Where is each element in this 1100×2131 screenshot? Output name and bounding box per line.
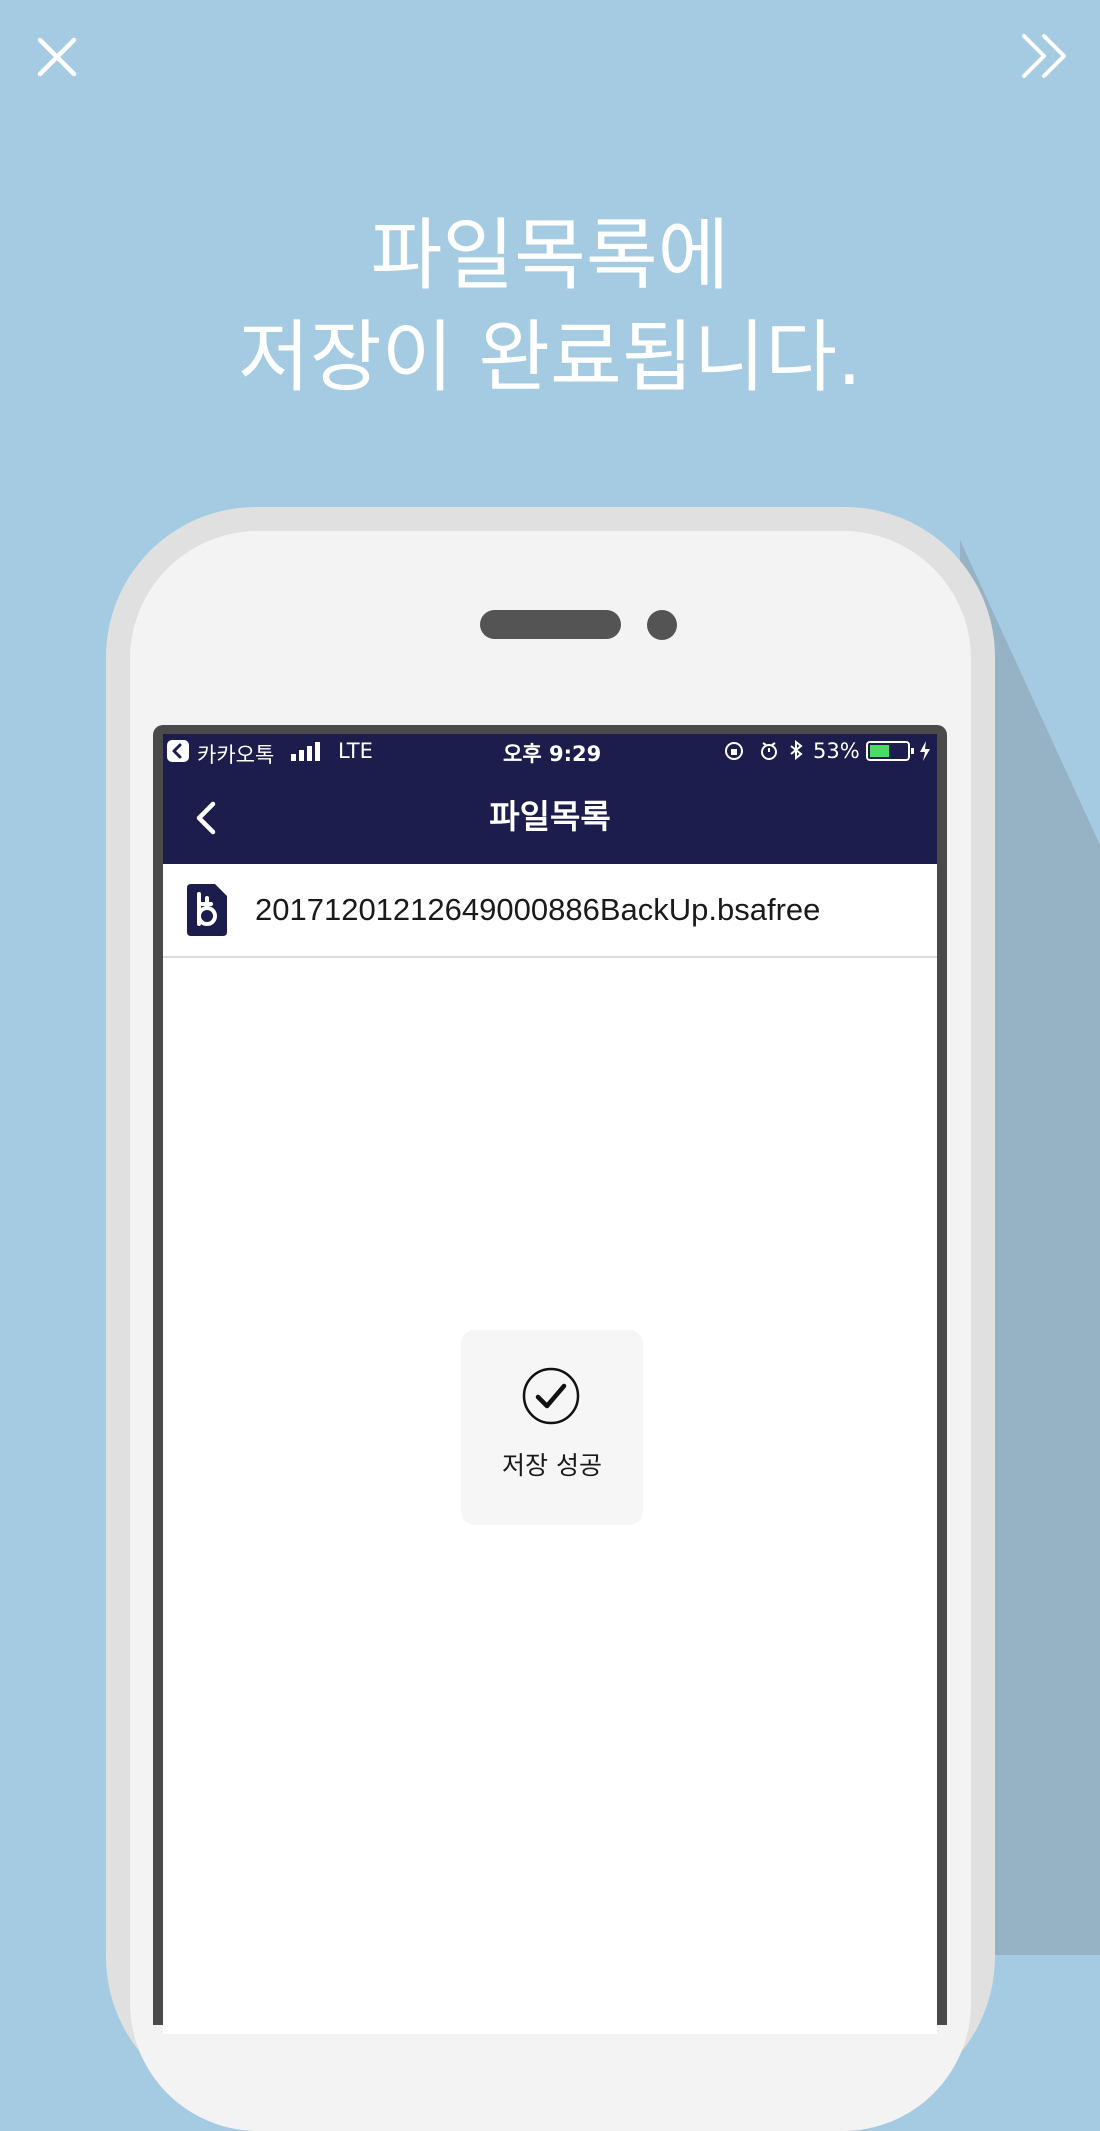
battery-percent: 53% (813, 739, 860, 763)
signal-icon (291, 742, 320, 761)
phone-screen: 카카오톡 LTE 오후 9:29 53% 파일목록 20171201212649… (163, 734, 937, 2034)
bsafree-file-icon (187, 884, 227, 936)
headline-line-2: 저장이 완료됩니다. (238, 313, 862, 403)
phone-speaker (480, 610, 621, 639)
file-name: 20171201212649000886BackUp.bsafree (255, 892, 821, 927)
rotation-lock-icon (725, 742, 743, 760)
double-chevron-right-icon (1022, 34, 1066, 78)
back-to-app-icon[interactable] (167, 740, 189, 762)
status-time: 오후 9:29 (503, 742, 602, 766)
headline: 파일목록에 저장이 완료됩니다. (0, 205, 1100, 409)
check-circle-icon (522, 1367, 580, 1425)
close-icon (37, 37, 77, 77)
back-app-name[interactable]: 카카오톡 (197, 739, 274, 769)
headline-line-1: 파일목록에 (370, 211, 730, 301)
battery-icon (866, 741, 914, 761)
skip-button[interactable] (1018, 28, 1078, 88)
status-icons (725, 740, 803, 761)
charging-icon (920, 741, 930, 761)
toast-label: 저장 성공 (502, 1451, 602, 1480)
alarm-icon (761, 742, 777, 760)
app-header: 카카오톡 LTE 오후 9:29 53% 파일목록 (163, 734, 937, 864)
network-type: LTE (338, 739, 373, 763)
save-success-toast: 저장 성공 (461, 1330, 643, 1525)
bluetooth-icon (790, 740, 803, 761)
close-button[interactable] (28, 28, 88, 88)
phone-camera (647, 610, 677, 640)
file-list-item[interactable]: 20171201212649000886BackUp.bsafree (163, 864, 937, 958)
nav-title: 파일목록 (489, 797, 611, 836)
status-bar: 카카오톡 LTE 오후 9:29 53% (163, 734, 937, 768)
